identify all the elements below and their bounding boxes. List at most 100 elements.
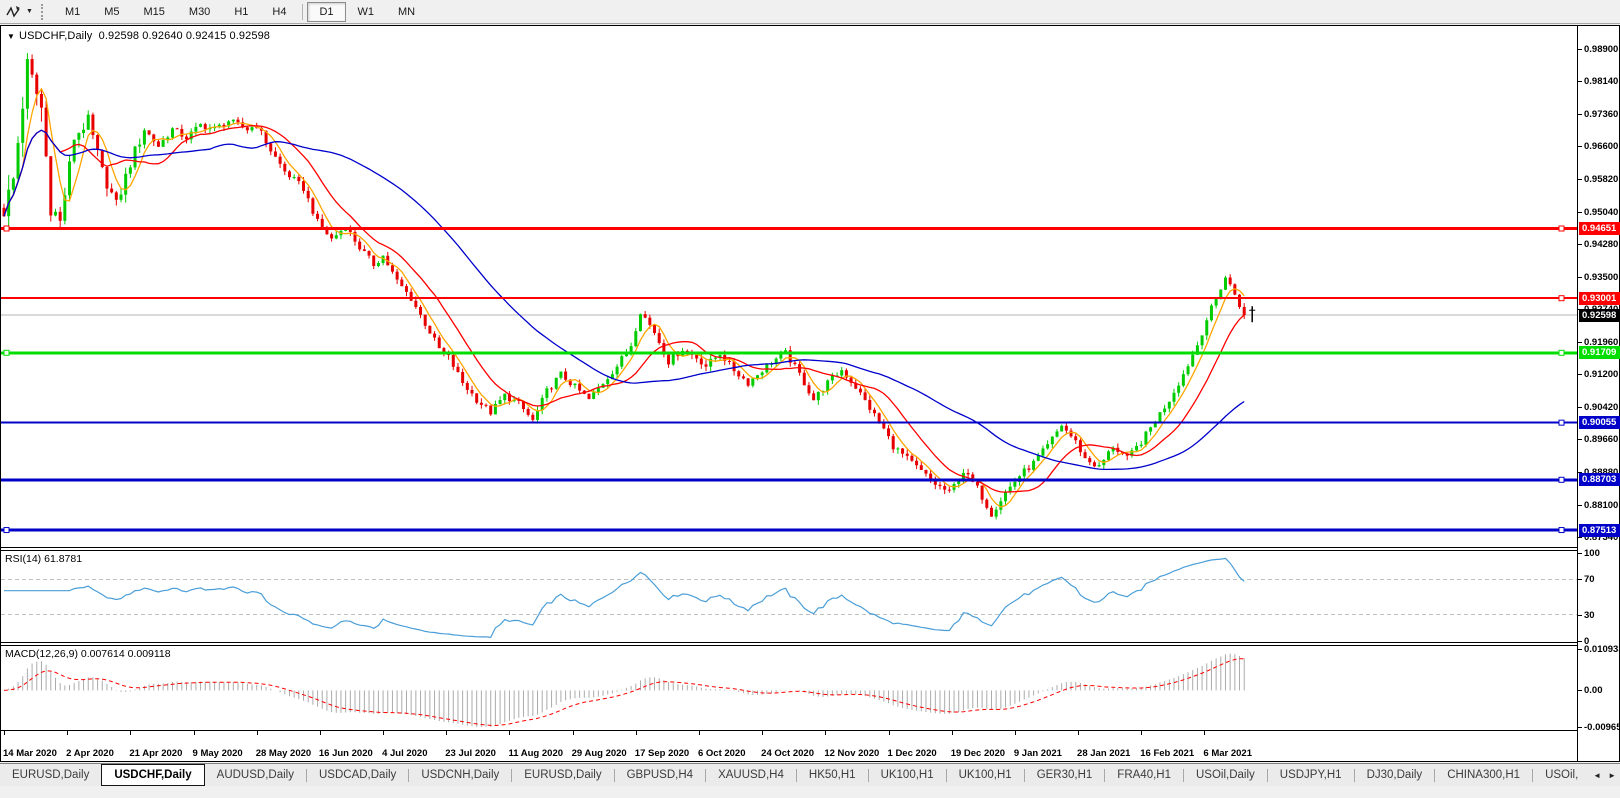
price-tick-label: 0.95820 xyxy=(1584,174,1618,185)
hline-handle[interactable] xyxy=(4,226,9,231)
tab-usdjpy-h1[interactable]: USDJPY,H1 xyxy=(1268,764,1354,786)
tab-fra40-h1[interactable]: FRA40,H1 xyxy=(1105,764,1183,786)
tab-scroll-left-icon[interactable]: ◄ xyxy=(1593,771,1601,780)
hline-0-87513[interactable] xyxy=(1,528,1577,533)
date-tick-label: 9 Jan 2021 xyxy=(1014,748,1062,759)
tab-scroll-buttons: ◄ ► xyxy=(1589,764,1620,786)
panel-separator[interactable] xyxy=(1,547,1577,548)
panel-separator[interactable] xyxy=(1,730,1577,731)
timeframe-d1[interactable]: D1 xyxy=(307,2,345,22)
timeframe-mn[interactable]: MN xyxy=(386,2,427,22)
timeframe-m15[interactable]: M15 xyxy=(132,2,177,22)
date-tick xyxy=(699,731,700,735)
date-tick xyxy=(952,731,953,735)
tab-usdchf-daily[interactable]: USDCHF,Daily xyxy=(101,764,204,786)
hline-0-93001[interactable] xyxy=(1,296,1577,301)
date-tick-label: 16 Feb 2021 xyxy=(1140,748,1194,759)
panel-separator[interactable] xyxy=(1,642,1577,643)
hline-0-88703[interactable] xyxy=(1,477,1577,482)
tab-eurusd-daily[interactable]: EURUSD,Daily xyxy=(0,764,101,786)
price-tick-label: 0.96600 xyxy=(1584,141,1618,152)
hline-0-94651[interactable] xyxy=(1,226,1577,231)
ohlc-high: 0.92640 xyxy=(142,30,182,42)
rsi-tick-label: 100 xyxy=(1584,548,1600,559)
date-tick-label: 1 Dec 2020 xyxy=(888,748,937,759)
timeframe-h4[interactable]: H4 xyxy=(260,2,298,22)
trading-app-window: ▼ M1M5M15M30H1H4D1W1MN ▼USDCHF,Daily 0.9… xyxy=(0,0,1620,798)
date-tick xyxy=(130,731,131,735)
price-tick-label: 0.98140 xyxy=(1584,76,1618,87)
window-tabs: EURUSD,DailyUSDCHF,DailyAUDUSD,DailyUSDC… xyxy=(0,763,1620,786)
timeframe-m5[interactable]: M5 xyxy=(92,2,131,22)
date-tick xyxy=(889,731,890,735)
price-marker-icon[interactable] xyxy=(1249,306,1255,322)
tab-usdcad-daily[interactable]: USDCAD,Daily xyxy=(307,764,408,786)
tab-audusd-daily[interactable]: AUDUSD,Daily xyxy=(205,764,306,786)
hline-handle[interactable] xyxy=(1559,477,1564,482)
date-tick-label: 23 Jul 2020 xyxy=(445,748,496,759)
price-tick-label: 0.98900 xyxy=(1584,44,1618,55)
date-tick-label: 28 May 2020 xyxy=(256,748,311,759)
tab-xauusd-h4[interactable]: XAUUSD,H4 xyxy=(706,764,796,786)
price-tick-label: 0.91200 xyxy=(1584,369,1618,380)
ohlc-low: 0.92415 xyxy=(186,30,226,42)
chart-window: ▼USDCHF,Daily 0.92598 0.92640 0.92415 0.… xyxy=(0,25,1620,762)
macd-tick-label: -0.009653 xyxy=(1584,722,1620,733)
date-tick xyxy=(383,731,384,735)
date-tick-label: 11 Aug 2020 xyxy=(508,748,563,759)
candlestick-chart[interactable] xyxy=(1,26,1577,547)
tab-dj30-daily[interactable]: DJ30,Daily xyxy=(1355,764,1435,786)
tab-ger30-h1[interactable]: GER30,H1 xyxy=(1025,764,1105,786)
rsi-value: 61.8781 xyxy=(44,553,82,565)
tab-hk50-h1[interactable]: HK50,H1 xyxy=(797,764,868,786)
timeframe-h1[interactable]: H1 xyxy=(222,2,260,22)
date-tick-label: 24 Oct 2020 xyxy=(761,748,814,759)
date-tick-label: 16 Jun 2020 xyxy=(319,748,373,759)
hline-handle[interactable] xyxy=(4,350,9,355)
tab-uk100-h1[interactable]: UK100,H1 xyxy=(947,764,1024,786)
hline-handle[interactable] xyxy=(4,528,9,533)
macd-tick-label: 0.00 xyxy=(1584,685,1603,696)
tab-usoil-daily[interactable]: USOil,Daily xyxy=(1184,764,1267,786)
tab-usdcnh-daily[interactable]: USDCNH,Daily xyxy=(409,764,511,786)
tab-china300-h1[interactable]: CHINA300,H1 xyxy=(1435,764,1532,786)
toolbar-gripper[interactable] xyxy=(41,4,47,20)
tool-dropdown-arrow-icon[interactable]: ▼ xyxy=(22,8,37,15)
hline-handle[interactable] xyxy=(1559,528,1564,533)
level-price-box: 0.90055 xyxy=(1579,416,1620,429)
hline-0-90055[interactable] xyxy=(1,420,1577,425)
date-tick-label: 21 Apr 2020 xyxy=(129,748,182,759)
panel-separator[interactable] xyxy=(1,550,1577,551)
date-tick xyxy=(573,731,574,735)
macd-signal-line xyxy=(4,659,1244,726)
rsi-plot[interactable] xyxy=(1,551,1577,642)
collapse-chart-icon[interactable]: ▼ xyxy=(7,32,15,41)
hline-handle[interactable] xyxy=(1559,350,1564,355)
timeframe-m1[interactable]: M1 xyxy=(53,2,92,22)
cursor-tool-icon[interactable] xyxy=(4,3,22,21)
timeframe-buttons: M1M5M15M30H1H4 D1W1MN xyxy=(53,2,427,22)
date-tick xyxy=(67,731,68,735)
tab-uk100-h1[interactable]: UK100,H1 xyxy=(869,764,946,786)
timeframe-m30[interactable]: M30 xyxy=(177,2,222,22)
tab-eurusd-daily[interactable]: EURUSD,Daily xyxy=(512,764,613,786)
hline-handle[interactable] xyxy=(1559,226,1564,231)
date-tick xyxy=(446,731,447,735)
panel-separator[interactable] xyxy=(1,645,1577,646)
price-tick-label: 0.93500 xyxy=(1584,272,1618,283)
macd-signal-value: 0.009118 xyxy=(128,648,171,660)
date-tick xyxy=(1204,731,1205,735)
macd-name: MACD(12,26,9) xyxy=(5,648,78,660)
tab-usoil[interactable]: USOil, xyxy=(1533,764,1590,786)
date-tick xyxy=(509,731,510,735)
timeframe-toolbar: ▼ M1M5M15M30H1H4 D1W1MN xyxy=(0,0,1620,24)
tab-gbpusd-h4[interactable]: GBPUSD,H4 xyxy=(615,764,705,786)
tab-scroll-right-icon[interactable]: ► xyxy=(1608,771,1616,780)
price-tick-label: 0.97360 xyxy=(1584,109,1618,120)
ohlc-close: 0.92598 xyxy=(230,30,270,42)
hline-handle[interactable] xyxy=(1559,420,1564,425)
hline-handle[interactable] xyxy=(1559,296,1564,301)
price-tick-label: 0.90420 xyxy=(1584,402,1618,413)
macd-plot[interactable] xyxy=(1,646,1577,730)
timeframe-w1[interactable]: W1 xyxy=(346,2,387,22)
